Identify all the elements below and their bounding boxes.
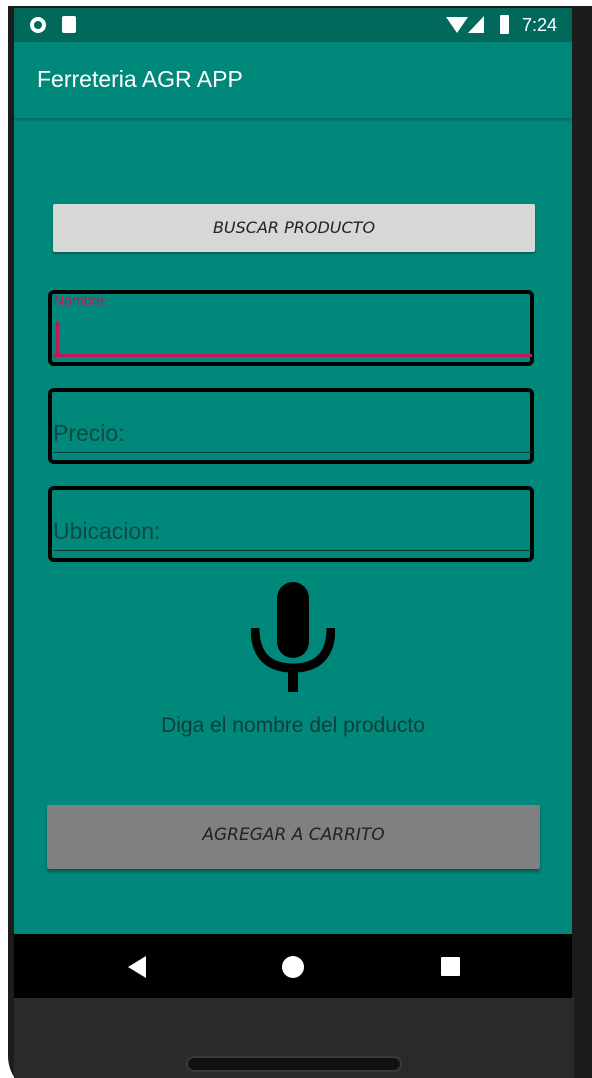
ubicacion-field[interactable]: Ubicacion: (48, 486, 534, 562)
precio-field[interactable]: Precio: (48, 388, 534, 464)
microphone-icon[interactable] (251, 582, 335, 692)
wifi-icon (446, 17, 468, 33)
back-icon[interactable] (128, 956, 146, 978)
text-cursor (56, 322, 59, 356)
app-title: Ferreteria AGR APP (37, 66, 243, 92)
home-icon[interactable] (282, 956, 304, 978)
home-indicator (186, 1056, 402, 1072)
navigation-bar (14, 934, 572, 998)
precio-placeholder: Precio: (53, 420, 125, 446)
device: 7:24 Ferreteria AGR APP BUSCAR PRODUCTO … (0, 0, 592, 1078)
notification-circle-icon (30, 17, 46, 33)
voice-prompt-text: Diga el nombre del producto (161, 714, 425, 737)
nombre-underline (54, 354, 532, 357)
sd-card-icon (62, 16, 76, 33)
precio-underline (54, 452, 532, 453)
nombre-label: Nombre: (54, 292, 108, 308)
recents-icon[interactable] (441, 957, 460, 976)
ubicacion-underline (54, 550, 532, 551)
buscar-producto-button[interactable]: BUSCAR PRODUCTO (53, 204, 535, 252)
agregar-carrito-button[interactable]: AGREGAR A CARRITO (47, 805, 540, 869)
app-bar: Ferreteria AGR APP (14, 42, 572, 118)
status-bar: 7:24 (14, 8, 572, 42)
battery-icon (500, 15, 509, 34)
nombre-field[interactable]: Nombre: (48, 290, 534, 366)
status-time: 7:24 (522, 15, 558, 35)
cell-signal-icon (468, 16, 484, 33)
ubicacion-placeholder: Ubicacion: (53, 518, 161, 544)
app-screen: 7:24 Ferreteria AGR APP BUSCAR PRODUCTO … (14, 8, 572, 998)
